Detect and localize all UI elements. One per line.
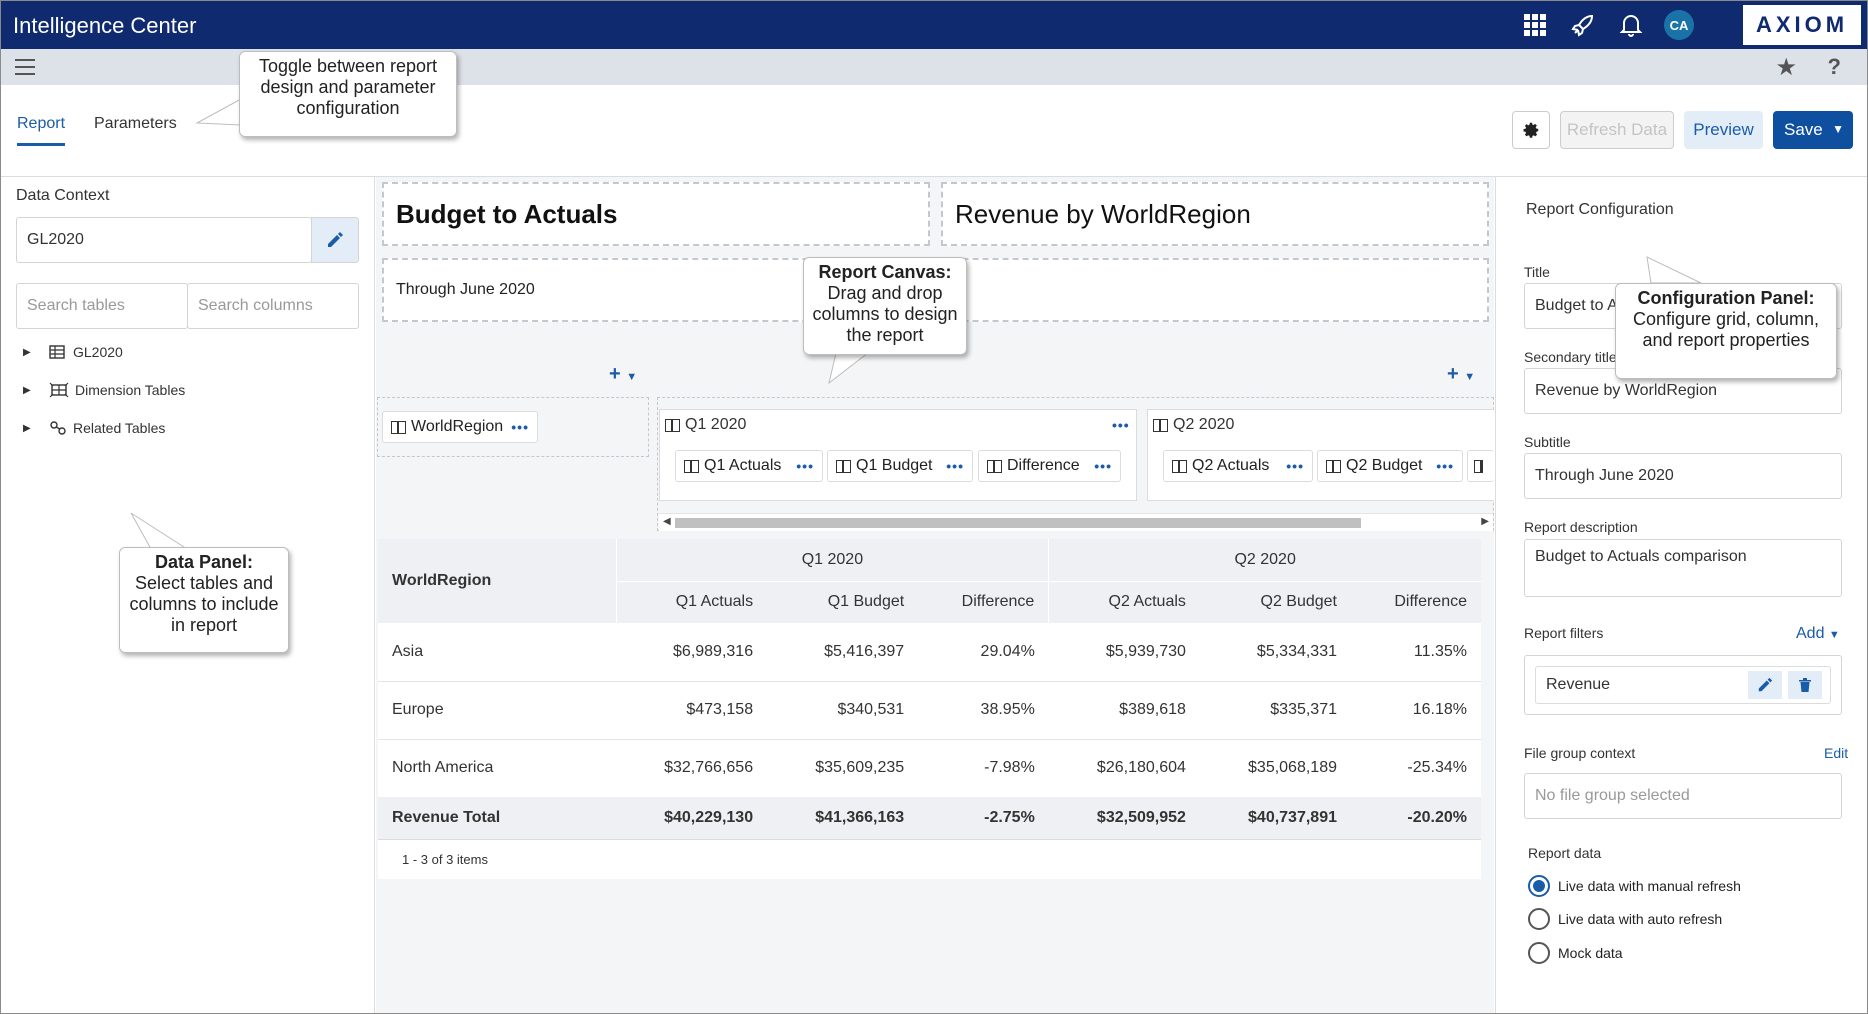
callout-pointers [130,98,1702,550]
callout-data-panel: Data Panel: Select tables and columns to … [119,547,289,653]
callout-config-panel: Configuration Panel: Configure grid, colu… [1615,283,1837,379]
callout-report-canvas: Report Canvas: Drag and drop columns to d… [803,257,967,355]
app-window: Intelligence Center CA AXIOM ★ ? Report … [0,0,1868,1014]
callout-toggle: Toggle between report design and paramet… [239,51,457,137]
